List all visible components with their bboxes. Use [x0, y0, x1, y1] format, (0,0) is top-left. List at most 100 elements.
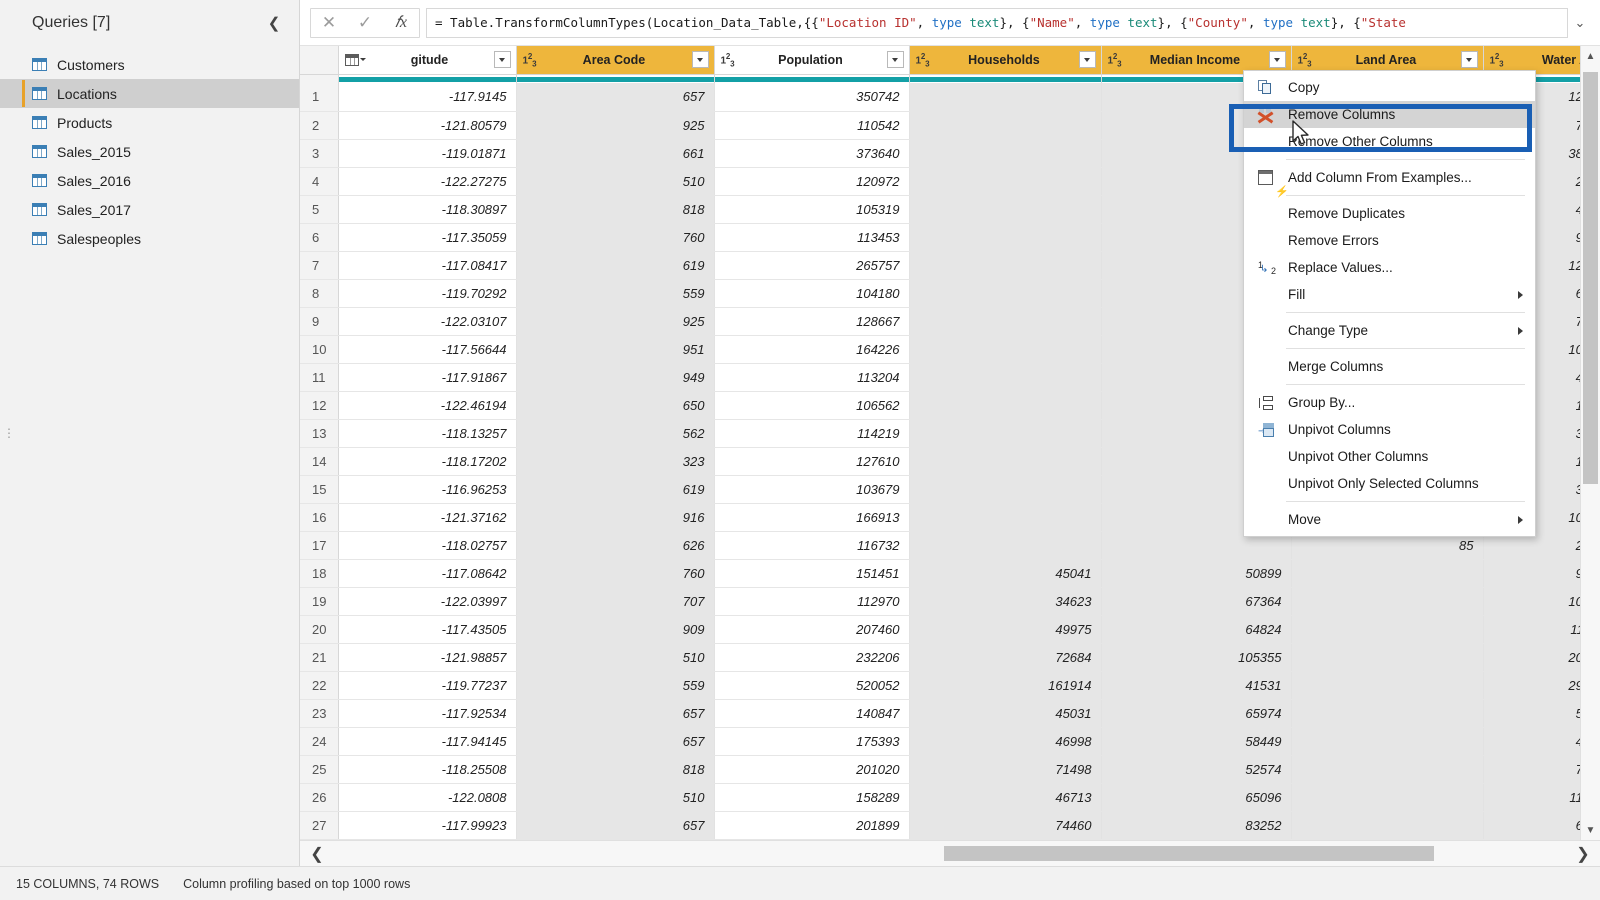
- table-cell[interactable]: 510: [516, 643, 715, 672]
- table-cell[interactable]: -122.0808: [338, 783, 517, 812]
- table-cell[interactable]: 105319: [714, 195, 910, 224]
- table-cell[interactable]: 559: [516, 279, 715, 308]
- table-cell[interactable]: 661: [516, 139, 715, 168]
- table-cell[interactable]: 650: [516, 391, 715, 420]
- table-cell[interactable]: [909, 139, 1102, 168]
- menu-item-fill[interactable]: Fill: [1244, 281, 1535, 308]
- table-cell[interactable]: [909, 251, 1102, 280]
- table-cell[interactable]: 46713: [909, 783, 1102, 812]
- table-cell[interactable]: [909, 307, 1102, 336]
- table-row[interactable]: 20-117.435059092074604997564824 111418803: [300, 615, 1580, 644]
- table-cell[interactable]: 45041: [909, 559, 1102, 588]
- table-cell[interactable]: 46508935: [1483, 727, 1580, 756]
- table-cell[interactable]: 166913: [714, 503, 910, 532]
- table-cell[interactable]: 559: [516, 671, 715, 700]
- table-row[interactable]: 25-118.255088182010207149852574 78818661: [300, 755, 1580, 784]
- table-cell[interactable]: -118.13257: [338, 419, 517, 448]
- row-number[interactable]: 1: [300, 83, 339, 112]
- table-cell[interactable]: 200632984: [1483, 643, 1580, 672]
- horizontal-scroll-track[interactable]: [334, 841, 1566, 866]
- menu-item-add-column-from-examples[interactable]: ⚡ Add Column From Examples...: [1244, 164, 1535, 198]
- table-cell[interactable]: 78818661: [1483, 755, 1580, 784]
- table-cell[interactable]: 510: [516, 167, 715, 196]
- table-cell[interactable]: [909, 503, 1102, 532]
- vertical-scroll-thumb[interactable]: [1583, 72, 1598, 484]
- table-cell[interactable]: -117.99923: [338, 811, 517, 840]
- table-cell[interactable]: -122.27275: [338, 167, 517, 196]
- row-number[interactable]: 9: [300, 307, 339, 336]
- table-cell[interactable]: [1291, 559, 1484, 588]
- row-number[interactable]: 19: [300, 587, 339, 616]
- table-cell[interactable]: 83252: [1101, 811, 1292, 840]
- table-cell[interactable]: 201899: [714, 811, 910, 840]
- menu-item-remove-errors[interactable]: Remove Errors: [1244, 227, 1535, 254]
- formula-input[interactable]: = Table.TransformColumnTypes(Location_Da…: [426, 7, 1568, 38]
- table-cell[interactable]: 207460: [714, 615, 910, 644]
- table-cell[interactable]: -119.01871: [338, 139, 517, 168]
- table-cell[interactable]: -119.70292: [338, 279, 517, 308]
- column-header-gitude[interactable]: gitude: [338, 46, 517, 75]
- table-cell[interactable]: [909, 363, 1102, 392]
- table-cell[interactable]: 350742: [714, 83, 910, 112]
- table-cell[interactable]: 58449: [1101, 727, 1292, 756]
- column-filter-button[interactable]: [1460, 51, 1478, 69]
- table-cell[interactable]: -121.37162: [338, 503, 517, 532]
- table-cell[interactable]: 117943767: [1483, 783, 1580, 812]
- chevron-down-icon[interactable]: ⌄: [1568, 10, 1592, 36]
- row-number[interactable]: 25: [300, 755, 339, 784]
- table-cell[interactable]: [909, 195, 1102, 224]
- table-cell[interactable]: 510: [516, 783, 715, 812]
- table-cell[interactable]: 175393: [714, 727, 910, 756]
- table-cell[interactable]: 232206: [714, 643, 910, 672]
- row-number[interactable]: 23: [300, 699, 339, 728]
- table-cell[interactable]: 65096: [1101, 783, 1292, 812]
- table-cell[interactable]: 69762694: [1483, 811, 1580, 840]
- table-cell[interactable]: [1291, 643, 1484, 672]
- table-cell[interactable]: 818: [516, 755, 715, 784]
- fx-icon[interactable]: 𝑓x: [383, 9, 419, 37]
- table-cell[interactable]: [909, 111, 1102, 140]
- table-cell[interactable]: -117.35059: [338, 223, 517, 252]
- table-cell[interactable]: 52574: [1101, 755, 1292, 784]
- table-cell[interactable]: 158289: [714, 783, 910, 812]
- table-cell[interactable]: 64824: [1101, 615, 1292, 644]
- table-row[interactable]: 26-122.08085101582894671365096 117943767: [300, 783, 1580, 812]
- table-cell[interactable]: 112970: [714, 587, 910, 616]
- table-cell[interactable]: 58100816: [1483, 699, 1580, 728]
- chevron-up-icon[interactable]: ▲: [1581, 46, 1600, 66]
- table-cell[interactable]: 114219: [714, 419, 910, 448]
- table-cell[interactable]: [909, 419, 1102, 448]
- row-number[interactable]: 13: [300, 419, 339, 448]
- table-cell[interactable]: [909, 531, 1102, 560]
- row-number[interactable]: 4: [300, 167, 339, 196]
- table-cell[interactable]: 657: [516, 727, 715, 756]
- table-cell[interactable]: 128667: [714, 307, 910, 336]
- table-cell[interactable]: -117.56644: [338, 335, 517, 364]
- column-header-population[interactable]: 123 Population: [714, 46, 910, 75]
- table-cell[interactable]: [909, 279, 1102, 308]
- row-number[interactable]: 21: [300, 643, 339, 672]
- sidebar-item-locations[interactable]: Locations: [0, 79, 299, 108]
- table-cell[interactable]: 201020: [714, 755, 910, 784]
- row-number[interactable]: 10: [300, 335, 339, 364]
- menu-item-copy[interactable]: Copy: [1244, 74, 1535, 101]
- table-cell[interactable]: 626: [516, 531, 715, 560]
- table-row[interactable]: 21-121.9885751023220672684105355 20063298…: [300, 643, 1580, 672]
- table-cell[interactable]: 916: [516, 503, 715, 532]
- column-context-menu[interactable]: Copy Remove Columns Remove Other Columns ⚡ A…: [1243, 70, 1536, 537]
- table-cell[interactable]: [1291, 699, 1484, 728]
- table-cell[interactable]: 72684: [909, 643, 1102, 672]
- chevron-right-icon[interactable]: ❯: [1566, 841, 1600, 866]
- row-number[interactable]: 7: [300, 251, 339, 280]
- table-cell[interactable]: [1291, 671, 1484, 700]
- row-number[interactable]: 20: [300, 615, 339, 644]
- menu-item-remove-other-columns[interactable]: Remove Other Columns: [1244, 128, 1535, 155]
- table-cell[interactable]: -117.08642: [338, 559, 517, 588]
- table-cell[interactable]: 657: [516, 811, 715, 840]
- table-cell[interactable]: -121.80579: [338, 111, 517, 140]
- table-cell[interactable]: 50899: [1101, 559, 1292, 588]
- menu-item-group-by[interactable]: Group By...: [1244, 389, 1535, 416]
- table-cell[interactable]: 96015101: [1483, 559, 1580, 588]
- row-number[interactable]: 26: [300, 783, 339, 812]
- table-cell[interactable]: 110542: [714, 111, 910, 140]
